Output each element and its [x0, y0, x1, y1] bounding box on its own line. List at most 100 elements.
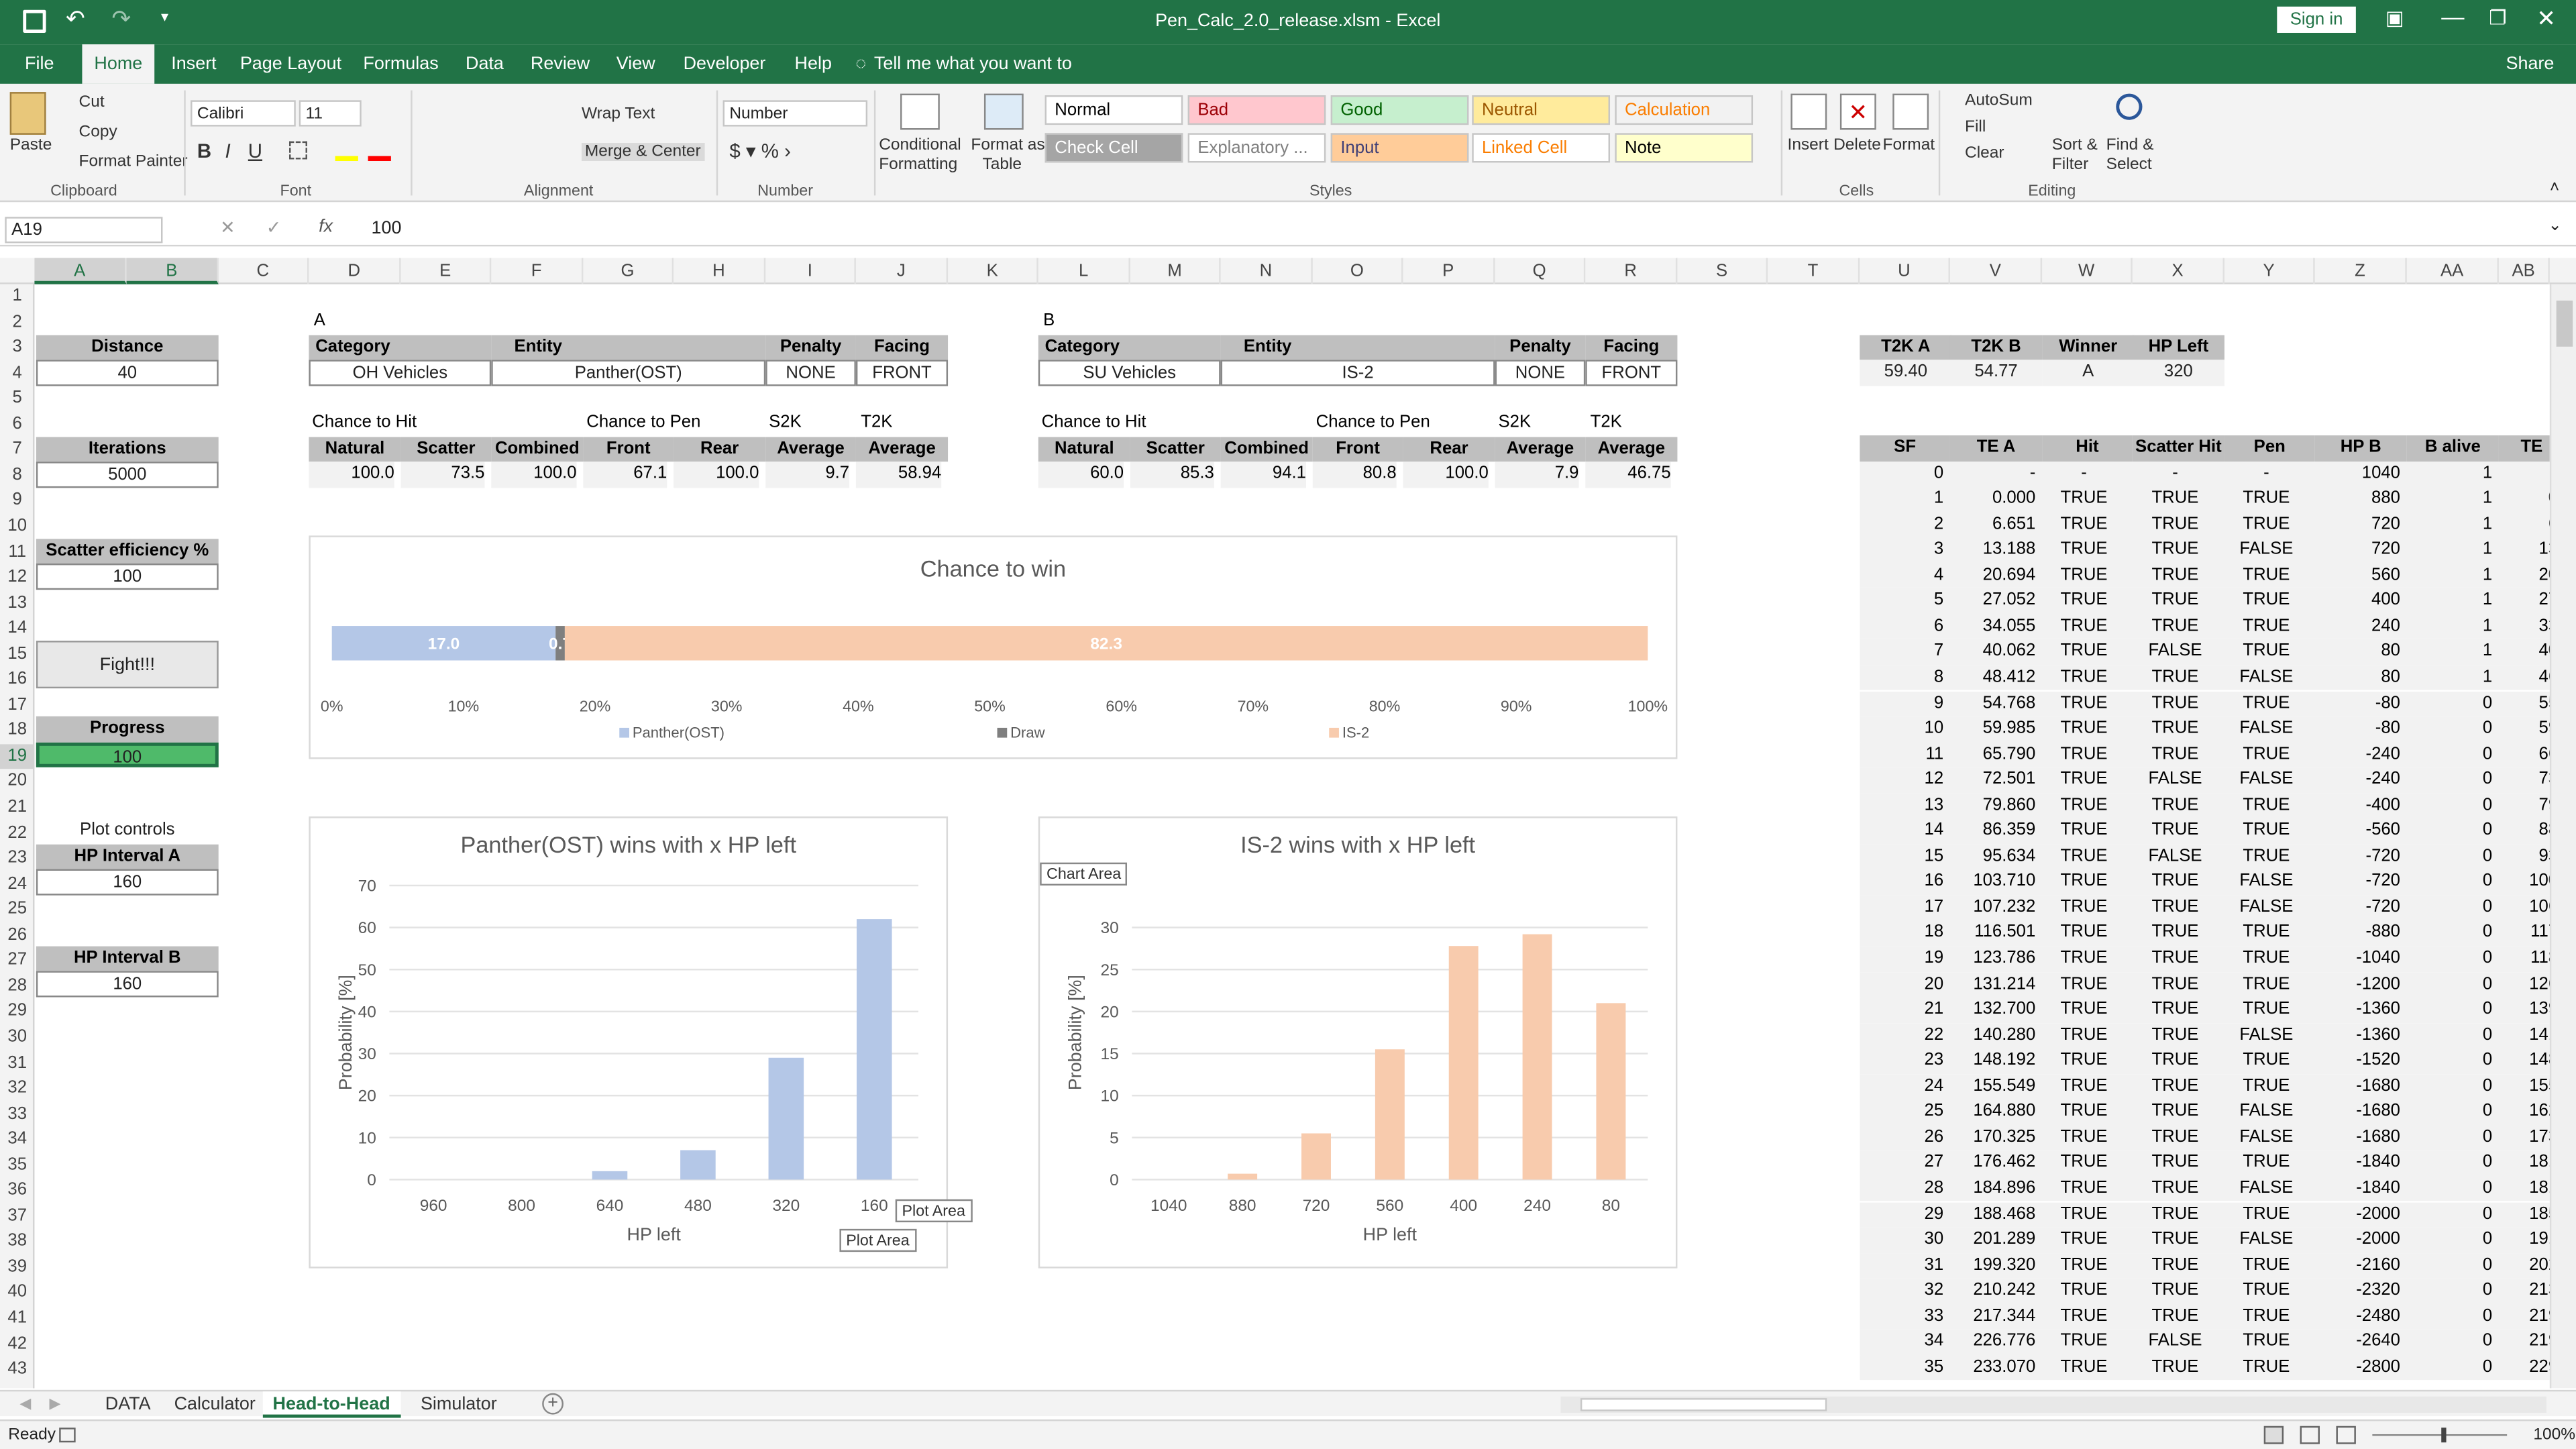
table-cell[interactable]: TRUE	[2224, 1279, 2308, 1304]
table-cell[interactable]: TRUE	[2042, 563, 2126, 588]
table-cell[interactable]: 86.359	[1950, 818, 2036, 844]
table-cell[interactable]: 31	[1860, 1253, 1944, 1279]
table-cell[interactable]: 0	[2407, 1074, 2492, 1099]
table-cell[interactable]: 0	[2407, 1304, 2492, 1330]
column-header-m[interactable]: M	[1130, 258, 1221, 284]
table-cell[interactable]: FALSE	[2224, 1023, 2308, 1049]
table-cell[interactable]: 240	[2315, 614, 2400, 640]
row-header-34[interactable]: 34	[0, 1127, 34, 1152]
column-header-p[interactable]: P	[1403, 258, 1495, 284]
side-b-entity-cell[interactable]: IS-2	[1220, 360, 1495, 386]
table-cell[interactable]: 0.000	[1950, 486, 2035, 512]
conditional-formatting-button[interactable]: Conditional	[879, 136, 961, 154]
italic-button[interactable]: I	[225, 140, 231, 162]
table-cell[interactable]: -	[2499, 461, 2550, 486]
table-cell[interactable]: 210.242	[1950, 1279, 2035, 1304]
side_a-subvalue[interactable]: 100.0	[309, 462, 394, 488]
table-cell[interactable]: TRUE	[2133, 1150, 2218, 1176]
side_a-subvalue[interactable]: 67.1	[583, 462, 667, 488]
table-cell[interactable]: TRUE	[2042, 665, 2126, 691]
conditional-formatting-icon[interactable]	[900, 93, 940, 130]
table-cell[interactable]: 219	[2499, 1330, 2550, 1355]
table-cell[interactable]: 0	[2407, 1125, 2492, 1150]
table-cell[interactable]: 116.501	[1950, 921, 2035, 947]
number-format-select[interactable]: Number	[722, 100, 868, 127]
row-header-27[interactable]: 27	[0, 949, 34, 974]
borders-icon[interactable]	[289, 141, 307, 160]
sheet-tab-data[interactable]: DATA	[95, 1391, 160, 1417]
table-cell[interactable]: 20	[2499, 563, 2549, 588]
table-cell[interactable]: -240	[2315, 742, 2400, 767]
table-cell[interactable]: -720	[2315, 869, 2400, 895]
table-cell[interactable]: -1840	[2315, 1150, 2400, 1176]
table-cell[interactable]: -1040	[2315, 947, 2400, 972]
table-cell[interactable]: 4	[1860, 563, 1943, 588]
minimize-icon[interactable]: —	[2441, 3, 2464, 30]
cell-style-6[interactable]: Explanatory ...	[1187, 133, 1326, 163]
table-cell[interactable]: 9	[1860, 691, 1943, 716]
row-header-3[interactable]: 3	[0, 335, 34, 361]
column-header-z[interactable]: Z	[2315, 258, 2407, 284]
currency-button[interactable]: $ ▾ % ›	[729, 140, 791, 162]
table-cell[interactable]: 59.985	[1950, 716, 2036, 742]
table-cell[interactable]: 18	[1860, 921, 1944, 947]
table-cell[interactable]: 6.651	[1950, 512, 2035, 537]
table-cell[interactable]: -2800	[2315, 1355, 2400, 1381]
table-cell[interactable]: TRUE	[2224, 563, 2308, 588]
table-cell[interactable]: 15	[1860, 844, 1944, 869]
table-cell[interactable]: TRUE	[2042, 818, 2126, 844]
column-header-ab[interactable]: AB	[2499, 258, 2550, 284]
scroll-thumb[interactable]	[2556, 301, 2573, 347]
table-cell[interactable]: 55	[2499, 691, 2549, 716]
table-cell[interactable]: 0	[2407, 691, 2492, 716]
table-cell[interactable]: 181	[2499, 1150, 2550, 1176]
column-header-q[interactable]: Q	[1495, 258, 1586, 284]
table-cell[interactable]: 14	[1860, 818, 1944, 844]
table-cell[interactable]: 1	[2407, 665, 2492, 691]
column-header-j[interactable]: J	[856, 258, 949, 284]
table-cell[interactable]: TRUE	[2133, 998, 2218, 1023]
iterations-cell[interactable]: 5000	[36, 462, 219, 488]
table-cell[interactable]: TRUE	[2042, 793, 2126, 818]
undo-icon[interactable]: ↶	[66, 5, 85, 33]
column-header-w[interactable]: W	[2042, 258, 2133, 284]
table-cell[interactable]: TRUE	[2042, 1279, 2126, 1304]
table-cell[interactable]: TRUE	[2042, 1150, 2126, 1176]
table-cell[interactable]: 126	[2499, 972, 2550, 998]
table-cell[interactable]: 17	[1860, 895, 1944, 920]
table-cell[interactable]: 0	[2499, 486, 2550, 512]
table-cell[interactable]: 181	[2499, 1176, 2550, 1201]
table-cell[interactable]: TRUE	[2133, 1176, 2218, 1201]
sign-in-button[interactable]: Sign in	[2277, 6, 2356, 33]
format-cells-button[interactable]: Format	[1883, 136, 1935, 154]
row-header-13[interactable]: 13	[0, 591, 34, 616]
table-cell[interactable]: TRUE	[2133, 742, 2218, 767]
tab-insert[interactable]: Insert	[164, 44, 223, 84]
table-cell[interactable]: TRUE	[2133, 869, 2218, 895]
side_b-subvalue[interactable]: 60.0	[1038, 462, 1124, 488]
tab-review[interactable]: Review	[526, 44, 595, 84]
table-cell[interactable]: TRUE	[2042, 972, 2126, 998]
table-cell[interactable]: TRUE	[2224, 512, 2308, 537]
row-header-5[interactable]: 5	[0, 386, 34, 412]
table-cell[interactable]: 155	[2499, 1074, 2550, 1099]
table-cell[interactable]: 1040	[2315, 461, 2400, 486]
table-cell[interactable]: TRUE	[2133, 895, 2218, 920]
cell-style-3[interactable]: Neutral	[1472, 95, 1611, 125]
insert-function-button[interactable]: fx	[319, 217, 333, 236]
side-b-category-cell[interactable]: SU Vehicles	[1038, 360, 1221, 386]
table-cell[interactable]: FALSE	[2224, 537, 2308, 563]
row-header-22[interactable]: 22	[0, 820, 34, 846]
redo-icon[interactable]: ↷	[112, 5, 131, 33]
table-cell[interactable]: 0	[2407, 1049, 2492, 1074]
table-cell[interactable]: 720	[2315, 512, 2400, 537]
row-header-10[interactable]: 10	[0, 514, 34, 539]
row-header-38[interactable]: 38	[0, 1230, 34, 1255]
table-cell[interactable]: 0	[2407, 1355, 2492, 1381]
table-cell[interactable]: -1360	[2315, 998, 2400, 1023]
table-cell[interactable]: 48.412	[1950, 665, 2036, 691]
table-cell[interactable]: 185	[2499, 1201, 2550, 1227]
search-icon[interactable]	[2116, 93, 2143, 120]
table-cell[interactable]: -2000	[2315, 1201, 2400, 1227]
table-cell[interactable]: 131.214	[1950, 972, 2035, 998]
